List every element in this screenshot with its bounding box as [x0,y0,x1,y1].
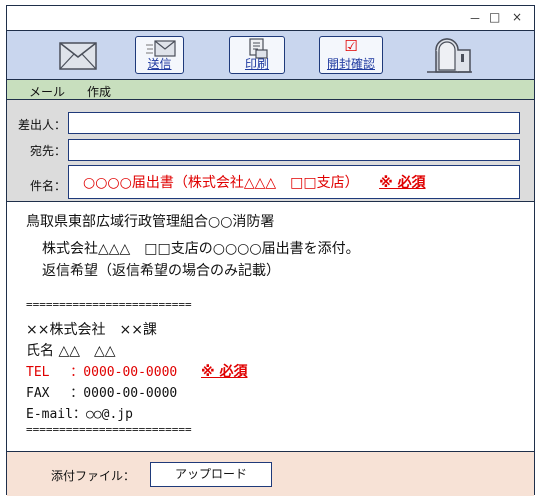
sender-label: 差出人： [17,118,66,132]
signature-fax: FAX ：0000-00-0000 [26,386,178,401]
mailbox-icon[interactable] [424,36,474,74]
sender-field[interactable] [68,112,520,134]
print-button[interactable]: 印刷 [229,36,285,74]
open-confirm-label: 開封確認 [326,57,375,71]
message-header: 差出人： 宛先： 件名： ○○○○届出書（株式会社△△△ □□支店） ※ 必須 [7,100,534,202]
close-button[interactable]: × [512,10,522,24]
attachment-bar: 添付ファイル： アップロード [7,452,534,496]
to-label: 宛先： [29,144,66,158]
print-label: 印刷 [244,57,269,71]
menu-bar: メール 作成 [7,80,534,100]
signature-company: ××株式会社 ××課 [26,322,157,338]
maximize-button[interactable]: □ [489,10,500,24]
menu-item-compose[interactable]: 作成 [87,83,111,100]
tel-required-note: ※ 必須 [201,364,248,380]
signature-tel: TEL ：0000-00-0000 [26,365,178,380]
signature-separator-top: ========================= [26,298,192,311]
upload-button[interactable]: アップロード [150,462,272,487]
mail-compose-window: － □ × 送信 印刷 ☑ 開封確認 メール 作成 差出人： 宛先： 件名： ○… [6,5,535,496]
subject-text: ○○○○届出書（株式会社△△△ □□支店） [83,175,359,191]
mail-icon[interactable] [59,42,97,70]
minimize-button[interactable]: － [469,10,481,27]
to-field[interactable] [68,139,520,161]
signature-separator-bottom: ========================= [26,423,192,436]
signature-email: E-mail：○○@.jp [26,407,133,422]
signature-name: 氏名 △△ △△ [26,343,116,359]
open-confirm-button[interactable]: ☑ 開封確認 [319,36,383,74]
subject-value: ○○○○届出書（株式会社△△△ □□支店） ※ 必須 [83,172,426,192]
send-label: 送信 [147,57,172,71]
body-recipient: 鳥取県東部広域行政管理組合○○消防署 [26,214,275,230]
body-line-1: 株式会社△△△ □□支店の○○○○届出書を添付。 [42,241,360,257]
attachment-label: 添付ファイル： [51,469,136,483]
subject-field[interactable]: ○○○○届出書（株式会社△△△ □□支店） ※ 必須 [68,165,520,199]
checkbox-checked-icon: ☑ [344,37,358,55]
subject-label: 件名： [29,179,66,193]
subject-required-note: ※ 必須 [379,175,426,191]
toolbar: 送信 印刷 ☑ 開封確認 [7,31,534,80]
send-button[interactable]: 送信 [135,36,184,74]
body-line-2: 返信希望（返信希望の場合のみ記載） [42,263,280,279]
menu-item-mail[interactable]: メール [29,83,65,100]
message-body[interactable]: 鳥取県東部広域行政管理組合○○消防署 株式会社△△△ □□支店の○○○○届出書を… [7,202,534,452]
title-bar: － □ × [7,6,534,31]
